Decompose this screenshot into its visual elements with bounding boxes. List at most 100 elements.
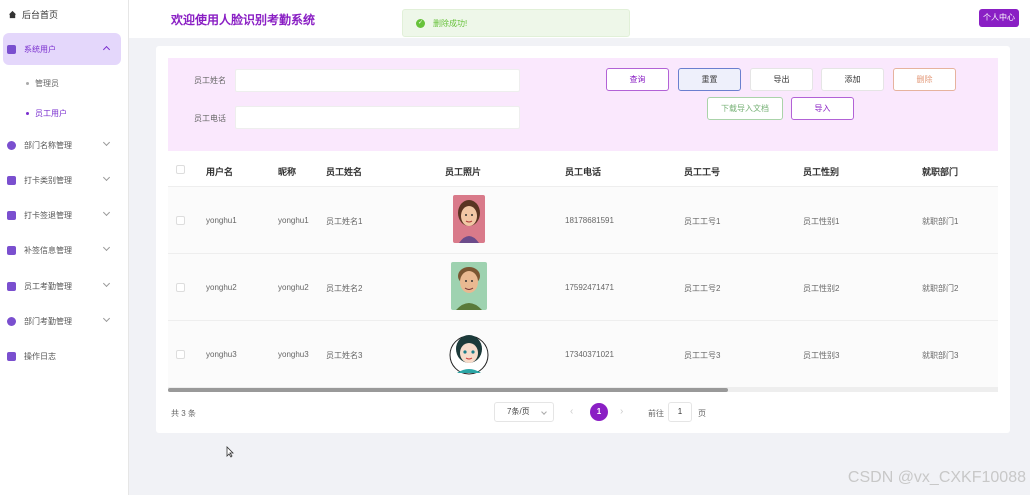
sidebar-item-departments[interactable]: 部门名称管理 [3,129,121,161]
cell-nickname: yonghu3 [278,350,309,359]
page-size-value: 7条/页 [507,407,530,416]
cell-nickname: yonghu2 [278,283,309,292]
column-header: 员工性别 [803,167,840,177]
sidebar-subitem-admin[interactable]: 管理员 [26,78,59,89]
file-icon [7,281,16,291]
filter-panel: 员工姓名 员工电话 查询 重置 导出 添加 删除 下载导入文档 导入 [168,58,998,151]
cell-dept: 就职部门3 [922,351,959,360]
horizontal-scrollbar[interactable] [168,388,998,392]
query-button[interactable]: 查询 [606,68,669,91]
sidebar-item-label: 部门名称管理 [24,140,72,150]
column-header: 昵称 [278,167,297,177]
sidebar-home-label: 后台首页 [22,10,59,20]
table-row[interactable]: yonghu3 yonghu3 员工姓名3 17340371021 员工工号3 … [168,321,998,388]
row-checkbox[interactable] [176,350,185,359]
column-header: 员工工号 [684,167,721,177]
sidebar-item-employee-attendance[interactable]: 员工考勤管理 [3,270,121,302]
sidebar-subitem-label: 管理员 [35,79,59,88]
delete-button[interactable]: 删除 [893,68,956,91]
success-toast: ✓ 删除成功! [402,9,630,37]
sidebar: 后台首页 系统用户 管理员 员工用户 部门名称管理 打卡类别管理 打卡签退管理 … [0,0,129,495]
cell-job-no: 员工工号1 [684,217,721,226]
main-card: 员工姓名 员工电话 查询 重置 导出 添加 删除 下载导入文档 导入 用户名 昵… [156,46,1010,433]
list-icon [7,351,16,361]
mouse-cursor-icon [226,446,234,458]
female-cartoon-avatar-photo [449,335,489,375]
sidebar-subitem-employee[interactable]: 员工用户 [26,108,67,119]
cell-job-no: 员工工号2 [684,284,721,293]
name-label: 员工姓名 [194,76,226,85]
trash-icon [7,210,16,220]
profile-button[interactable]: 个人中心 [979,9,1019,27]
sidebar-item-system-users[interactable]: 系统用户 [3,33,121,65]
cell-phone: 18178681591 [565,216,614,225]
goto-suffix: 页 [698,409,706,418]
row-checkbox[interactable] [176,283,185,292]
sidebar-item-clock-out[interactable]: 打卡签退管理 [3,199,121,231]
cell-gender: 员工性别1 [803,217,840,226]
page-number-current[interactable]: 1 [590,403,608,421]
page-size-select[interactable]: 7条/页 [494,402,554,422]
phone-label: 员工电话 [194,114,226,123]
sidebar-item-dept-attendance[interactable]: 部门考勤管理 [3,305,121,337]
cell-nickname: yonghu1 [278,216,309,225]
bullet-icon [26,112,29,115]
bullet-icon [26,82,29,85]
sidebar-item-clock-types[interactable]: 打卡类别管理 [3,164,121,196]
sidebar-home[interactable]: 后台首页 [8,8,58,21]
employee-name-input[interactable] [235,69,520,92]
cell-name: 员工姓名3 [326,351,363,360]
sidebar-item-label: 系统用户 [24,44,56,54]
sidebar-item-resign[interactable]: 补签信息管理 [3,234,121,266]
sidebar-item-label: 打卡类别管理 [24,175,72,185]
male-avatar-photo [451,262,487,310]
reset-button[interactable]: 重置 [678,68,741,91]
chevron-down-icon [102,243,111,252]
chevron-down-icon [102,173,111,182]
sidebar-item-label: 员工考勤管理 [24,281,72,291]
female-avatar-photo [453,195,485,243]
edit-icon [7,245,16,255]
goto-page-input[interactable]: 1 [668,402,692,422]
column-header: 员工电话 [565,167,602,177]
document-icon [7,175,16,185]
toast-message: 删除成功! [433,18,468,28]
cell-dept: 就职部门2 [922,284,959,293]
cell-phone: 17592471471 [565,283,614,292]
add-button[interactable]: 添加 [821,68,884,91]
chevron-up-icon [102,45,111,54]
sidebar-item-logs[interactable]: 操作日志 [3,340,121,372]
row-checkbox[interactable] [176,216,185,225]
cell-dept: 就职部门1 [922,217,959,226]
table-row[interactable]: yonghu1 yonghu1 员工姓名1 18178681591 员工工号1 … [168,187,998,254]
cell-gender: 员工性别3 [803,351,840,360]
home-icon [8,10,17,19]
next-page-icon[interactable]: › [620,406,623,417]
cell-username: yonghu1 [206,216,237,225]
watermark: CSDN @vx_CXKF10088 [847,469,1026,486]
employee-phone-input[interactable] [235,106,520,129]
sidebar-item-label: 操作日志 [24,351,56,361]
sidebar-item-label: 部门考勤管理 [24,316,72,326]
prev-page-icon[interactable]: ‹ [570,406,573,417]
sidebar-item-label: 打卡签退管理 [24,210,72,220]
download-template-button[interactable]: 下载导入文档 [707,97,783,120]
import-button[interactable]: 导入 [791,97,854,120]
timer-icon [7,140,16,150]
cell-phone: 17340371021 [565,350,614,359]
cell-name: 员工姓名1 [326,217,363,226]
cell-username: yonghu3 [206,350,237,359]
column-header: 用户名 [206,167,234,177]
scrollbar-thumb[interactable] [168,388,728,392]
chevron-down-icon [102,279,111,288]
top-header: 欢迎使用人脸识别考勤系统 ✓ 删除成功! 个人中心 [129,0,1030,38]
cell-name: 员工姓名2 [326,284,363,293]
chevron-down-icon [102,314,111,323]
export-button[interactable]: 导出 [750,68,813,91]
sidebar-subitem-label: 员工用户 [35,109,67,118]
column-header: 员工姓名 [326,167,363,177]
column-header: 员工照片 [445,167,482,177]
select-all-checkbox[interactable] [176,165,185,174]
check-circle-icon: ✓ [416,18,425,28]
table-row[interactable]: yonghu2 yonghu2 员工姓名2 17592471471 员工工号2 … [168,254,998,321]
